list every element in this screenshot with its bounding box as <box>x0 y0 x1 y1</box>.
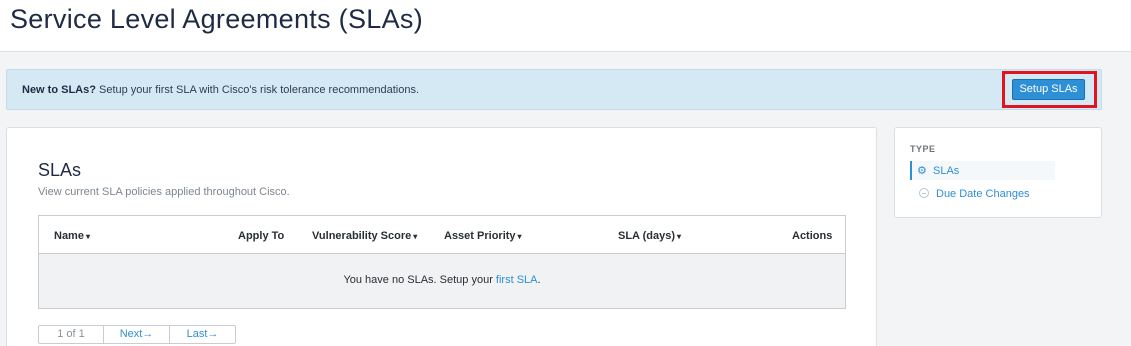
first-sla-link[interactable]: first SLA <box>496 274 538 286</box>
page-header: Service Level Agreements (SLAs) <box>0 0 1131 52</box>
column-header-vulnerability-score[interactable]: Vulnerability Score ▾ <box>312 230 417 242</box>
sidebar-item-slas[interactable]: ⚙ SLAs <box>917 164 959 177</box>
table-header: Name ▾ Apply To Vulnerability Score ▾ Asse… <box>39 216 845 254</box>
pagination: 1 of 1 Next→ Last→ <box>38 325 236 344</box>
gear-icon: ⚙ <box>917 165 927 177</box>
column-header-name[interactable]: Name ▾ <box>54 230 90 242</box>
next-page-button[interactable]: Next→ <box>104 326 170 343</box>
slas-section-title: SLAs <box>38 160 82 180</box>
column-header-actions: Actions <box>792 230 833 242</box>
setup-slas-button[interactable]: Setup SLAs <box>1012 79 1085 100</box>
page-title: Service Level Agreements (SLAs) <box>10 4 423 34</box>
banner-bold-text: New to SLAs? <box>22 84 96 96</box>
sort-caret-icon: ▾ <box>413 232 418 241</box>
banner-text: New to SLAs? Setup your first SLA with C… <box>22 84 419 96</box>
page-indicator: 1 of 1 <box>39 326 104 343</box>
column-header-sla-days[interactable]: SLA (days) ▾ <box>618 230 681 242</box>
sort-caret-icon: ▾ <box>677 232 682 241</box>
sort-caret-icon: ▾ <box>517 232 522 241</box>
empty-state-message: You have no SLAs. Setup your first SLA. <box>343 274 541 286</box>
table-body: You have no SLAs. Setup your first SLA. <box>39 254 845 308</box>
slas-section-subtitle: View current SLA policies applied throug… <box>38 186 290 198</box>
sort-caret-icon: ▾ <box>85 232 90 241</box>
slas-table: Name ▾ Apply To Vulnerability Score ▾ Asse… <box>38 215 846 309</box>
column-header-asset-priority[interactable]: Asset Priority ▾ <box>444 230 522 242</box>
info-banner: New to SLAs? Setup your first SLA with C… <box>6 69 1102 110</box>
column-header-apply-to: Apply To <box>238 230 285 242</box>
sidebar-item-due-date-changes[interactable]: Due Date Changes <box>919 188 1030 200</box>
last-page-button[interactable]: Last→ <box>170 326 235 343</box>
circle-icon <box>919 188 929 198</box>
banner-message: Setup your first SLA with Cisco's risk t… <box>95 84 420 96</box>
type-section-label: TYPE <box>910 144 936 154</box>
